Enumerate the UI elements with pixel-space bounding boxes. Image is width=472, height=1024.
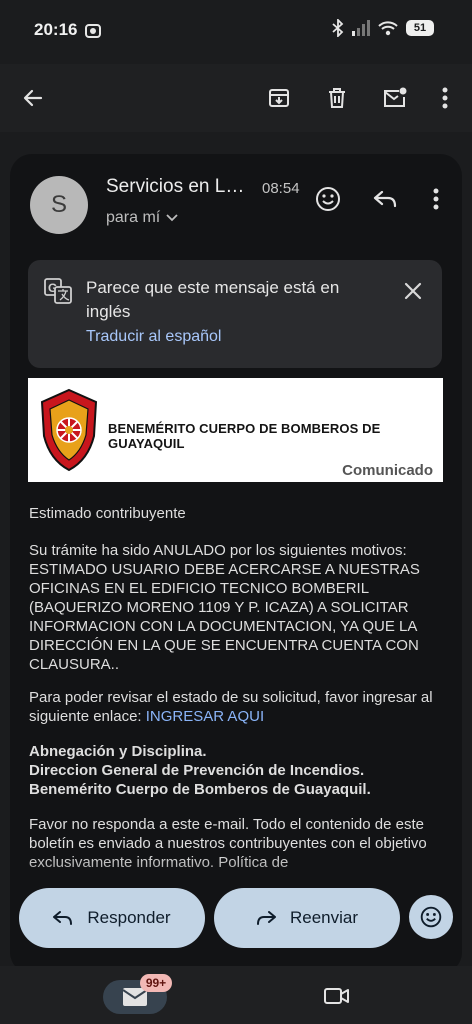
banner-subtitle: Comunicado (342, 462, 433, 479)
body-paragraph-1: Su trámite ha sido ANULADO por los sigui… (29, 542, 420, 673)
nav-meet-tab[interactable] (324, 984, 350, 1008)
forward-icon (256, 911, 276, 925)
more-vert-icon (433, 188, 439, 210)
recipient-label: para mí (106, 209, 161, 226)
reply-button[interactable]: Responder (19, 888, 205, 948)
signature-line-1: Abnegación y Disciplina. (29, 743, 207, 760)
close-icon (404, 282, 422, 300)
recipient-toggle[interactable]: para mí (106, 209, 178, 227)
mark-unread-icon (384, 87, 407, 107)
mark-unread-button[interactable] (377, 80, 413, 116)
delete-button[interactable] (319, 80, 355, 116)
status-time: 20:16 (34, 20, 78, 39)
banner-title: BENEMÉRITO CUERPO DE BOMBEROS DE GUAYAQU… (108, 421, 381, 451)
video-icon (324, 988, 349, 1004)
fire-department-logo (40, 388, 98, 472)
reply-label: Responder (87, 908, 171, 927)
bluetooth-icon (332, 19, 344, 37)
chevron-down-icon (166, 214, 178, 222)
forward-button[interactable]: Reenviar (214, 888, 400, 948)
dismiss-translate-button[interactable] (398, 276, 428, 306)
archive-icon (269, 89, 289, 107)
emoji-reaction-button[interactable] (409, 895, 453, 939)
battery-icon: 51 (406, 20, 434, 36)
add-reaction-button[interactable] (311, 182, 345, 216)
trash-icon (329, 88, 345, 108)
translate-message: Parece que este mensaje está en inglés (86, 278, 340, 321)
sender-name[interactable]: Servicios en Línea (106, 176, 248, 198)
back-button[interactable] (15, 80, 51, 116)
unread-badge: 99+ (140, 974, 172, 992)
translate-banner: G Parece que este mensaje está en inglés… (28, 260, 442, 368)
bottom-navigation: 99+ (0, 966, 472, 1024)
body-greeting: Estimado contribuyente (29, 505, 186, 522)
more-vert-icon (442, 87, 448, 109)
ingresar-aqui-link[interactable]: INGRESAR AQUI (146, 708, 264, 725)
email-banner-image: BENEMÉRITO CUERPO DE BOMBEROS DE GUAYAQU… (28, 378, 443, 482)
translate-icon: G (44, 278, 72, 304)
translate-link[interactable]: Traducir al español (86, 328, 221, 346)
wifi-icon (378, 21, 398, 36)
signal-icon (352, 20, 370, 36)
screen-record-icon (85, 24, 101, 38)
body-paragraph-2: Para poder revisar el estado de su solic… (29, 688, 445, 726)
reply-icon (373, 190, 397, 208)
avatar[interactable]: S (30, 176, 88, 234)
reply-header-button[interactable] (368, 182, 402, 216)
more-options-button[interactable] (427, 80, 463, 116)
emoji-icon (420, 906, 442, 928)
archive-button[interactable] (261, 80, 297, 116)
top-app-bar (0, 64, 472, 132)
status-bar: 20:16 51 (0, 0, 472, 64)
email-card: S Servicios en Línea 08:54 para mí G Par… (10, 154, 462, 974)
reply-icon (53, 911, 73, 925)
email-time: 08:54 (262, 180, 300, 197)
message-more-button[interactable] (419, 182, 453, 216)
status-icons: 51 (332, 19, 434, 37)
signature-line-2: Direccion General de Prevención de Incen… (29, 762, 365, 779)
emoji-icon (316, 187, 340, 211)
arrow-back-icon (23, 89, 43, 107)
signature-line-3: Benemérito Cuerpo de Bomberos de Guayaqu… (29, 781, 371, 798)
forward-label: Reenviar (289, 908, 359, 927)
